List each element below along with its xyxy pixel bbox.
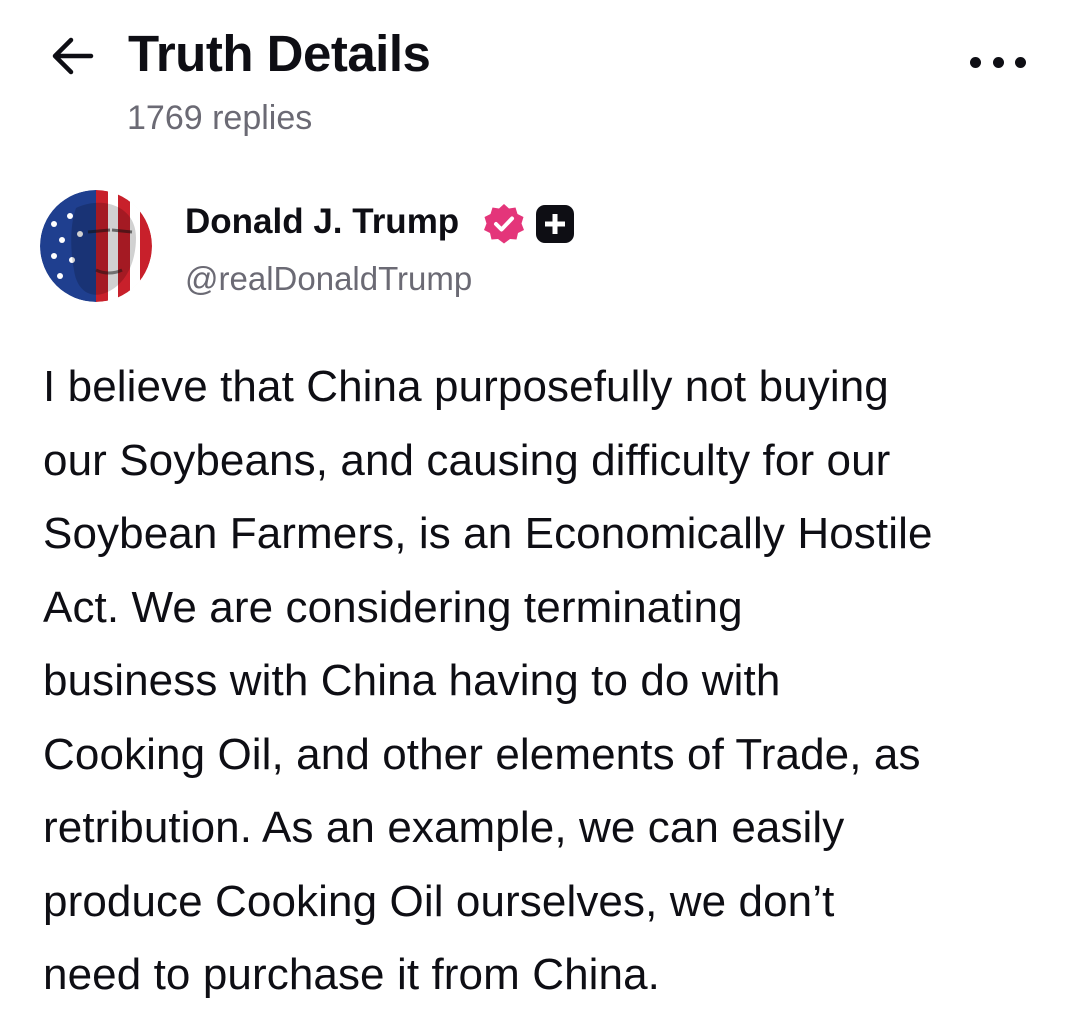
- avatar[interactable]: [40, 190, 152, 302]
- truth-plus-icon: [536, 205, 574, 243]
- page-title: Truth Details: [128, 25, 431, 82]
- more-options-button[interactable]: [966, 40, 1030, 84]
- back-button[interactable]: [46, 30, 98, 82]
- top-bar: Truth Details 1769 replies: [0, 0, 1080, 150]
- more-horizontal-icon: [970, 56, 981, 68]
- author-handle[interactable]: @realDonaldTrump: [185, 260, 472, 298]
- verified-badge-icon: [482, 202, 526, 246]
- post-author: Donald J. Trump @realDonaldTrump: [40, 190, 1040, 310]
- avatar-image: [40, 190, 152, 302]
- arrow-left-icon: [52, 37, 94, 75]
- reply-count: 1769 replies: [127, 99, 313, 137]
- post-text: I believe that China purposefully not bu…: [43, 362, 933, 999]
- author-display-name[interactable]: Donald J. Trump: [185, 202, 459, 242]
